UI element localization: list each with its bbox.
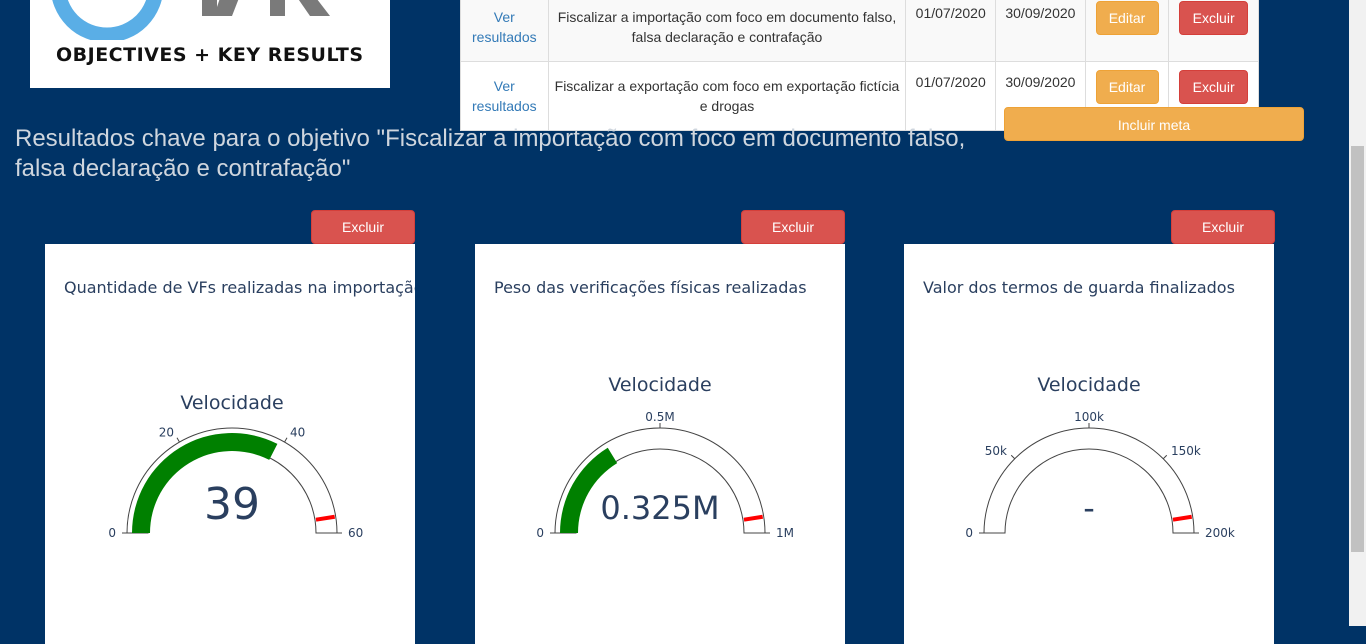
gauge-tick-label: 200k: [1205, 526, 1235, 540]
gauge-tick: [1010, 454, 1016, 460]
delete-cell: Excluir: [1168, 0, 1259, 62]
gauge-value: -: [1083, 489, 1095, 527]
page-scrollbar[interactable]: [1349, 0, 1366, 626]
okr-logo: OBJECTIVES + KEY RESULTS: [30, 0, 390, 88]
delete-key-result-button[interactable]: Excluir: [311, 210, 415, 244]
gauge-tick: [176, 437, 180, 443]
key-result-card: Quantidade de VFs realizadas na importaç…: [45, 244, 415, 644]
gauge-tick-label: 20: [159, 426, 174, 440]
gauge-tick-label: 0: [965, 526, 973, 540]
logo-k-stem: [202, 0, 217, 16]
gauge-tick-label: 0: [108, 526, 116, 540]
logo-k-leg: [214, 0, 239, 16]
gauge-chart: 0 20 40 60 Velocidade 39: [108, 392, 363, 540]
start-date: 01/07/2020: [905, 61, 997, 131]
delete-key-result-button[interactable]: Excluir: [741, 210, 845, 244]
table-row: Ver resultados Fiscalizar a importação c…: [460, 0, 1259, 62]
start-date: 01/07/2020: [905, 0, 997, 62]
logo-tagline: OBJECTIVES + KEY RESULTS: [56, 44, 364, 66]
end-date: 30/09/2020: [995, 0, 1086, 62]
key-result-card: Valor dos termos de guarda finalizados 0…: [904, 244, 1274, 644]
edit-button[interactable]: Editar: [1095, 1, 1159, 35]
delete-button[interactable]: Excluir: [1179, 70, 1249, 104]
edit-button[interactable]: Editar: [1095, 70, 1159, 104]
objective-description: Fiscalizar a exportação com foco em expo…: [547, 61, 907, 131]
page-title: Resultados chave para o objetivo "Fiscal…: [15, 125, 966, 182]
gauge-chart: 0 50k 100k 150k 200k Velocidade -: [965, 374, 1235, 540]
table-cell-link: Ver resultados: [460, 61, 549, 131]
gauge-tick: [1162, 454, 1168, 460]
add-goal-button[interactable]: Incluir meta: [1004, 107, 1304, 141]
delete-key-result-button[interactable]: Excluir: [1171, 210, 1275, 244]
logo-r-stem: [270, 0, 285, 16]
view-results-link[interactable]: Ver resultados: [467, 76, 542, 116]
logo-r-leg: [298, 0, 330, 16]
gauge-tick-label: 40: [290, 426, 305, 440]
gauge-tick-label: 0.5M: [645, 410, 674, 424]
delete-button[interactable]: Excluir: [1179, 1, 1249, 35]
gauge-title: Velocidade: [608, 374, 711, 396]
edit-cell: Editar: [1084, 0, 1170, 62]
gauge-tick-label: 50k: [985, 444, 1007, 458]
gauge-value: 0.325M: [600, 489, 719, 527]
gauge-tick: [284, 437, 288, 443]
table-cell-link: Ver resultados: [460, 0, 549, 62]
gauge-tick-label: 1M: [776, 526, 794, 540]
scrollbar-thumb[interactable]: [1351, 146, 1364, 552]
gauge-tick-label: 100k: [1074, 410, 1104, 424]
okr-logo-mark: [52, 0, 330, 40]
gauge-title: Velocidade: [1037, 374, 1140, 396]
gauge-tick-label: 60: [348, 526, 363, 540]
objective-description: Fiscalizar a importação com foco em docu…: [547, 0, 907, 62]
gauge-tick-label: 0: [536, 526, 544, 540]
view-results-link[interactable]: Ver resultados: [467, 7, 542, 47]
gauge-value: 39: [204, 479, 260, 530]
logo-o-arc: [52, 0, 162, 40]
gauge-title: Velocidade: [180, 392, 283, 414]
gauge-tick-label: 150k: [1171, 444, 1201, 458]
key-result-card: Peso das verificações físicas realizadas…: [475, 244, 845, 644]
gauge-chart: 0 0.5M 1M Velocidade 0.325M: [536, 374, 794, 540]
